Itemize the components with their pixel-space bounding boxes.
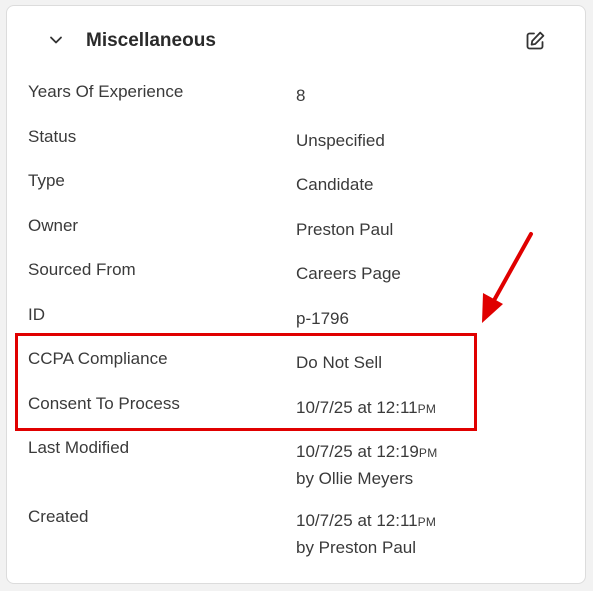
date-text: 10/7/25 at 12:19 bbox=[296, 442, 419, 461]
edit-icon[interactable] bbox=[523, 29, 547, 53]
field-label: Owner bbox=[28, 216, 79, 235]
ampm-text: PM bbox=[417, 515, 437, 529]
chevron-down-icon[interactable] bbox=[47, 31, 65, 49]
date-text: 10/7/25 at 12:11 bbox=[296, 511, 418, 530]
field-value: 10/7/25 at 12:11PM by Preston Paul bbox=[296, 508, 436, 560]
field-value: Preston Paul bbox=[296, 220, 394, 239]
field-label: Created bbox=[28, 507, 89, 526]
field-value: p-1796 bbox=[296, 309, 349, 328]
field-value: Unspecified bbox=[296, 131, 385, 150]
field-label: Years Of Experience bbox=[28, 82, 184, 101]
field-label: Type bbox=[28, 171, 65, 190]
field-label: Sourced From bbox=[28, 260, 136, 279]
field-value: 8 bbox=[296, 86, 306, 105]
field-value: Candidate bbox=[296, 175, 374, 194]
section-title: Miscellaneous bbox=[86, 30, 216, 51]
field-label: Last Modified bbox=[28, 438, 130, 457]
ampm-text: PM bbox=[418, 446, 438, 460]
field-label: ID bbox=[28, 305, 45, 324]
created-by-text: by Preston Paul bbox=[296, 538, 417, 557]
section-header: Miscellaneous bbox=[7, 6, 585, 76]
modified-by-text: by Ollie Meyers bbox=[296, 469, 414, 488]
miscellaneous-panel: Miscellaneous Years Of Experience 8 Stat… bbox=[6, 5, 586, 584]
highlight-box bbox=[15, 333, 477, 431]
field-value: 10/7/25 at 12:19PM by Ollie Meyers bbox=[296, 439, 438, 491]
field-label: Status bbox=[28, 127, 77, 146]
field-value: Careers Page bbox=[296, 264, 401, 283]
